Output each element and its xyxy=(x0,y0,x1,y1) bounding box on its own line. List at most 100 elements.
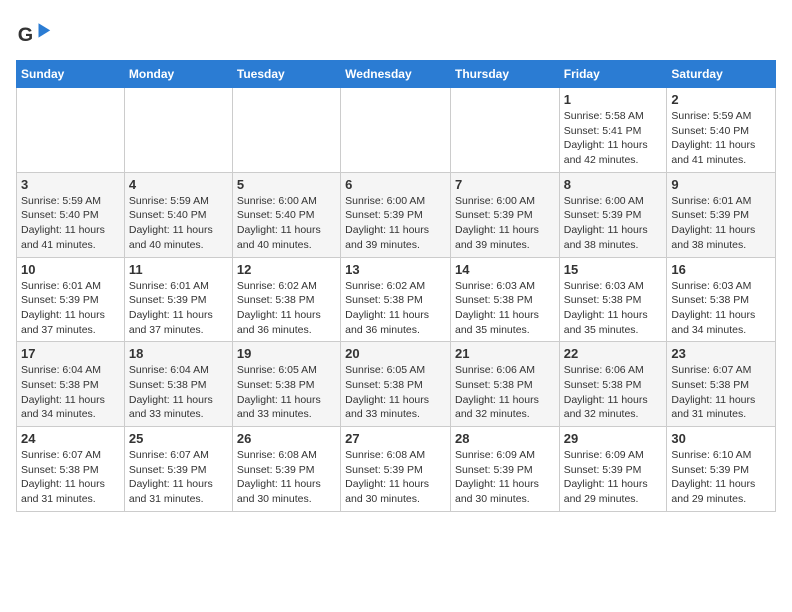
day-number: 6 xyxy=(345,177,446,192)
calendar-cell: 8Sunrise: 6:00 AMSunset: 5:39 PMDaylight… xyxy=(559,172,667,257)
calendar-header-monday: Monday xyxy=(124,61,232,88)
day-info: Sunrise: 6:04 AMSunset: 5:38 PMDaylight:… xyxy=(129,363,228,422)
day-number: 5 xyxy=(237,177,336,192)
day-number: 21 xyxy=(455,346,555,361)
day-number: 8 xyxy=(564,177,663,192)
calendar-cell: 13 Sunrise: 6:02 AMSunset: 5:38 PMDayligh… xyxy=(341,257,451,342)
calendar-cell: 14 Sunrise: 6:03 AMSunset: 5:38 PMDayligh… xyxy=(450,257,559,342)
calendar-cell: 25 Sunrise: 6:07 AMSunset: 5:39 PMDayligh… xyxy=(124,427,232,512)
day-info: Sunrise: 6:06 AMSunset: 5:38 PMDaylight:… xyxy=(455,363,555,422)
logo: G xyxy=(16,16,56,52)
day-info: Sunrise: 5:59 AMSunset: 5:40 PMDaylight:… xyxy=(129,194,228,253)
day-info: Sunrise: 6:03 AMSunset: 5:38 PMDaylight:… xyxy=(564,279,663,338)
day-number: 22 xyxy=(564,346,663,361)
calendar-header-sunday: Sunday xyxy=(17,61,125,88)
day-info: Sunrise: 6:03 AMSunset: 5:38 PMDaylight:… xyxy=(671,279,771,338)
day-number: 30 xyxy=(671,431,771,446)
calendar-cell: 18 Sunrise: 6:04 AMSunset: 5:38 PMDayligh… xyxy=(124,342,232,427)
calendar-cell: 17Sunrise: 6:04 AMSunset: 5:38 PMDayligh… xyxy=(17,342,125,427)
calendar-cell: 27 Sunrise: 6:08 AMSunset: 5:39 PMDayligh… xyxy=(341,427,451,512)
calendar-cell xyxy=(341,88,451,173)
calendar-cell xyxy=(232,88,340,173)
calendar-cell: 26Sunrise: 6:08 AMSunset: 5:39 PMDayligh… xyxy=(232,427,340,512)
day-info: Sunrise: 6:00 AMSunset: 5:40 PMDaylight:… xyxy=(237,194,336,253)
calendar-cell xyxy=(124,88,232,173)
calendar-cell: 19 Sunrise: 6:05 AMSunset: 5:38 PMDayligh… xyxy=(232,342,340,427)
day-info: Sunrise: 5:58 AMSunset: 5:41 PMDaylight:… xyxy=(564,109,663,168)
day-number: 25 xyxy=(129,431,228,446)
calendar-cell: 5 Sunrise: 6:00 AMSunset: 5:40 PMDaylight… xyxy=(232,172,340,257)
day-number: 14 xyxy=(455,262,555,277)
day-info: Sunrise: 6:05 AMSunset: 5:38 PMDaylight:… xyxy=(345,363,446,422)
calendar-cell: 28 Sunrise: 6:09 AMSunset: 5:39 PMDayligh… xyxy=(450,427,559,512)
svg-text:G: G xyxy=(18,24,33,46)
day-info: Sunrise: 6:09 AMSunset: 5:39 PMDaylight:… xyxy=(455,448,555,507)
day-info: Sunrise: 6:01 AMSunset: 5:39 PMDaylight:… xyxy=(21,279,120,338)
day-number: 27 xyxy=(345,431,446,446)
calendar-cell: 1Sunrise: 5:58 AMSunset: 5:41 PMDaylight… xyxy=(559,88,667,173)
calendar-cell: 15 Sunrise: 6:03 AMSunset: 5:38 PMDayligh… xyxy=(559,257,667,342)
day-number: 10 xyxy=(21,262,120,277)
day-number: 11 xyxy=(129,262,228,277)
calendar-cell xyxy=(450,88,559,173)
calendar-cell: 23Sunrise: 6:07 AMSunset: 5:38 PMDayligh… xyxy=(667,342,776,427)
calendar-cell: 21 Sunrise: 6:06 AMSunset: 5:38 PMDayligh… xyxy=(450,342,559,427)
page-header: G xyxy=(16,16,776,52)
calendar-header-friday: Friday xyxy=(559,61,667,88)
day-info: Sunrise: 6:07 AMSunset: 5:38 PMDaylight:… xyxy=(21,448,120,507)
day-number: 3 xyxy=(21,177,120,192)
day-number: 7 xyxy=(455,177,555,192)
day-info: Sunrise: 6:07 AMSunset: 5:39 PMDaylight:… xyxy=(129,448,228,507)
calendar-header-saturday: Saturday xyxy=(667,61,776,88)
day-number: 16 xyxy=(671,262,771,277)
calendar-cell: 4 Sunrise: 5:59 AMSunset: 5:40 PMDaylight… xyxy=(124,172,232,257)
day-info: Sunrise: 5:59 AMSunset: 5:40 PMDaylight:… xyxy=(21,194,120,253)
calendar-cell xyxy=(17,88,125,173)
calendar-week-2: 3 Sunrise: 5:59 AMSunset: 5:40 PMDaylight… xyxy=(17,172,776,257)
day-info: Sunrise: 6:02 AMSunset: 5:38 PMDaylight:… xyxy=(237,279,336,338)
calendar-cell: 2Sunrise: 5:59 AMSunset: 5:40 PMDaylight… xyxy=(667,88,776,173)
day-number: 29 xyxy=(564,431,663,446)
logo-icon: G xyxy=(16,16,52,52)
day-number: 20 xyxy=(345,346,446,361)
calendar-cell: 6 Sunrise: 6:00 AMSunset: 5:39 PMDaylight… xyxy=(341,172,451,257)
day-info: Sunrise: 6:00 AMSunset: 5:39 PMDaylight:… xyxy=(455,194,555,253)
day-info: Sunrise: 6:05 AMSunset: 5:38 PMDaylight:… xyxy=(237,363,336,422)
day-number: 23 xyxy=(671,346,771,361)
day-number: 18 xyxy=(129,346,228,361)
calendar-cell: 10 Sunrise: 6:01 AMSunset: 5:39 PMDayligh… xyxy=(17,257,125,342)
calendar-cell: 16 Sunrise: 6:03 AMSunset: 5:38 PMDayligh… xyxy=(667,257,776,342)
day-info: Sunrise: 6:02 AMSunset: 5:38 PMDaylight:… xyxy=(345,279,446,338)
day-number: 13 xyxy=(345,262,446,277)
day-number: 28 xyxy=(455,431,555,446)
calendar-cell: 7 Sunrise: 6:00 AMSunset: 5:39 PMDaylight… xyxy=(450,172,559,257)
day-number: 24 xyxy=(21,431,120,446)
calendar-cell: 29 Sunrise: 6:09 AMSunset: 5:39 PMDayligh… xyxy=(559,427,667,512)
day-info: Sunrise: 6:06 AMSunset: 5:38 PMDaylight:… xyxy=(564,363,663,422)
calendar-cell: 20 Sunrise: 6:05 AMSunset: 5:38 PMDayligh… xyxy=(341,342,451,427)
day-number: 2 xyxy=(671,92,771,107)
calendar-header-thursday: Thursday xyxy=(450,61,559,88)
day-info: Sunrise: 6:10 AMSunset: 5:39 PMDaylight:… xyxy=(671,448,771,507)
day-info: Sunrise: 6:08 AMSunset: 5:39 PMDaylight:… xyxy=(237,448,336,507)
calendar-cell: 24 Sunrise: 6:07 AMSunset: 5:38 PMDayligh… xyxy=(17,427,125,512)
calendar-week-1: 1Sunrise: 5:58 AMSunset: 5:41 PMDaylight… xyxy=(17,88,776,173)
day-info: Sunrise: 6:08 AMSunset: 5:39 PMDaylight:… xyxy=(345,448,446,507)
day-number: 17 xyxy=(21,346,120,361)
day-number: 19 xyxy=(237,346,336,361)
calendar-header-wednesday: Wednesday xyxy=(341,61,451,88)
calendar-week-5: 24 Sunrise: 6:07 AMSunset: 5:38 PMDayligh… xyxy=(17,427,776,512)
day-number: 4 xyxy=(129,177,228,192)
calendar: SundayMondayTuesdayWednesdayThursdayFrid… xyxy=(16,60,776,512)
day-info: Sunrise: 6:03 AMSunset: 5:38 PMDaylight:… xyxy=(455,279,555,338)
calendar-week-3: 10 Sunrise: 6:01 AMSunset: 5:39 PMDayligh… xyxy=(17,257,776,342)
calendar-cell: 12Sunrise: 6:02 AMSunset: 5:38 PMDayligh… xyxy=(232,257,340,342)
calendar-cell: 11Sunrise: 6:01 AMSunset: 5:39 PMDayligh… xyxy=(124,257,232,342)
day-info: Sunrise: 6:01 AMSunset: 5:39 PMDaylight:… xyxy=(671,194,771,253)
day-number: 15 xyxy=(564,262,663,277)
day-info: Sunrise: 6:09 AMSunset: 5:39 PMDaylight:… xyxy=(564,448,663,507)
calendar-header-tuesday: Tuesday xyxy=(232,61,340,88)
calendar-cell: 3 Sunrise: 5:59 AMSunset: 5:40 PMDaylight… xyxy=(17,172,125,257)
calendar-header-row: SundayMondayTuesdayWednesdayThursdayFrid… xyxy=(17,61,776,88)
day-info: Sunrise: 6:00 AMSunset: 5:39 PMDaylight:… xyxy=(345,194,446,253)
